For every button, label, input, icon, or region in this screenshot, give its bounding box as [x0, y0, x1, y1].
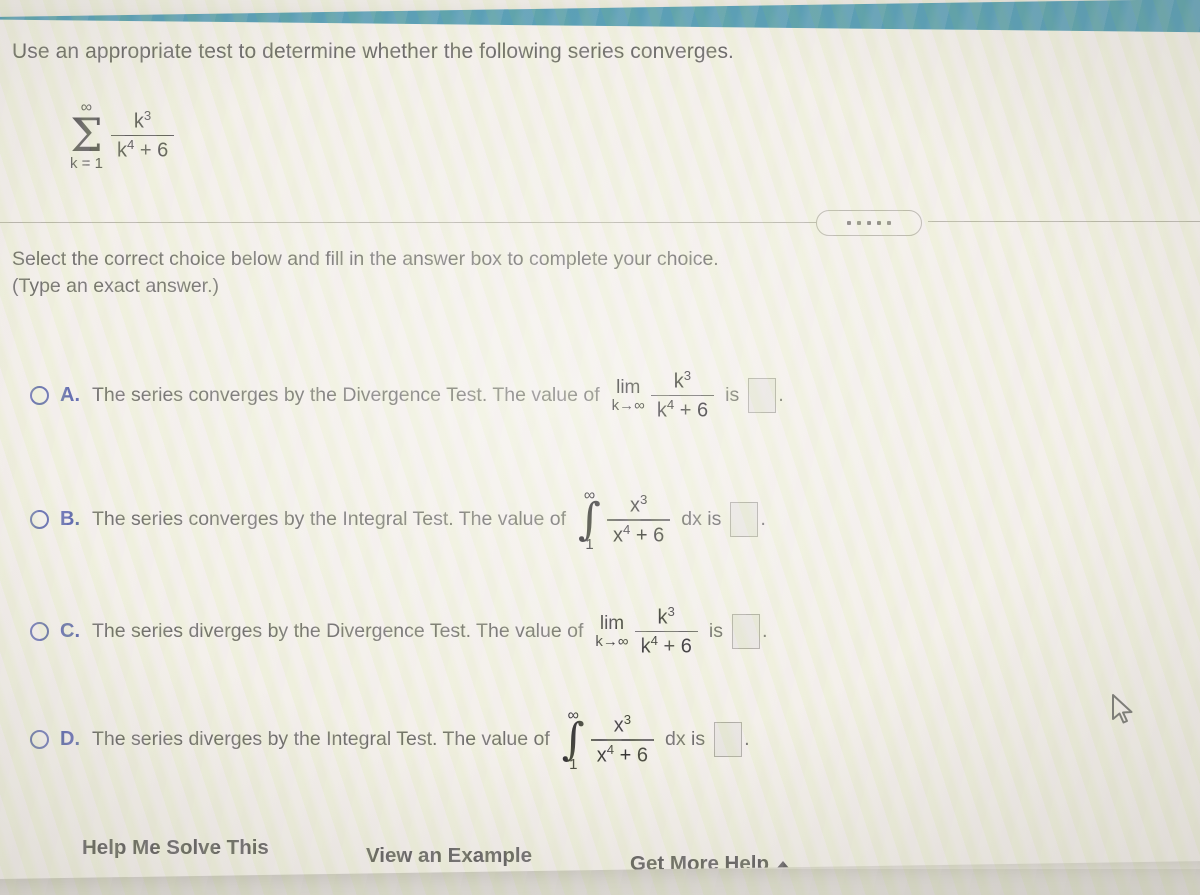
section-divider-left: [0, 222, 818, 223]
help-me-solve-this-button[interactable]: Help Me Solve This: [82, 836, 269, 860]
integral-icon: ∫: [578, 494, 601, 545]
section-divider-right: [928, 221, 1200, 222]
choice-b[interactable]: B. The series converges by the Integral …: [30, 487, 766, 553]
choice-c-letter: C.: [59, 619, 80, 642]
choice-d-text: The series diverges by the Integral Test…: [92, 728, 550, 751]
choice-prompt: Select the correct choice below and fill…: [12, 246, 719, 300]
lim-word-c: lim: [599, 612, 625, 634]
answer-box-b[interactable]: [730, 502, 759, 538]
integral-lower-limit-b: 1: [585, 535, 594, 553]
screen-photo: s s rary ns ourc Use an appropriate test…: [0, 0, 1200, 895]
question-instruction: Use an appropriate test to determine whe…: [11, 40, 734, 63]
choice-a-text: The series converges by the Divergence T…: [92, 383, 600, 406]
app-header-bar: [0, 0, 1200, 34]
limit-denominator-c: k4 + 6: [640, 633, 692, 658]
integral-operator-b: ∞ ∫ 1: [578, 487, 601, 553]
choice-d-connector: dx is: [665, 728, 706, 751]
lim-subscript-c: k→∞: [595, 632, 629, 650]
series-numerator: k3: [133, 107, 152, 133]
view-an-example-button[interactable]: View an Example: [366, 844, 532, 868]
exercise-card: Use an appropriate test to determine whe…: [0, 0, 1200, 880]
handle-dot: [877, 221, 881, 225]
limit-numerator-c: k3: [657, 604, 675, 629]
limit-numerator-a: k3: [673, 368, 692, 393]
limit-fraction-a: k3 k4 + 6: [650, 368, 715, 423]
radio-choice-a[interactable]: [30, 385, 49, 405]
handle-dot: [847, 221, 851, 225]
choice-c-connector: is: [708, 619, 723, 642]
choice-c[interactable]: C. The series diverges by the Divergence…: [30, 604, 768, 659]
sigma-icon: Σ: [70, 108, 103, 162]
choice-prompt-line1: Select the correct choice below and fill…: [12, 248, 719, 270]
choice-c-text: The series diverges by the Divergence Te…: [92, 619, 584, 642]
summation-operator: ∞ Σ k = 1: [70, 99, 103, 172]
radio-choice-d[interactable]: [30, 730, 49, 750]
limit-operator-c: lim k→∞: [595, 612, 629, 650]
limit-denominator-a: k4 + 6: [656, 397, 709, 422]
choice-a[interactable]: A. The series converges by the Divergenc…: [30, 368, 784, 423]
answer-box-d[interactable]: [714, 722, 743, 758]
series-denominator: k4 + 6: [116, 137, 169, 162]
integral-lower-limit-d: 1: [569, 755, 578, 773]
limit-fraction-c: k3 k4 + 6: [634, 604, 698, 659]
choice-c-period: .: [761, 619, 768, 642]
chevron-up-icon: [776, 861, 789, 868]
mouse-cursor: [1110, 693, 1136, 732]
series-fraction: k3 k4 + 6: [110, 107, 175, 163]
lim-word-a: lim: [616, 376, 641, 398]
answer-box-a[interactable]: [748, 377, 777, 413]
integral-operator-d: ∞ ∫ 1: [561, 707, 585, 773]
choice-b-connector: dx is: [681, 508, 722, 531]
choice-b-letter: B.: [60, 508, 80, 531]
lim-subscript-a: k→∞: [611, 396, 645, 414]
choice-prompt-line2: (Type an exact answer.): [11, 275, 220, 297]
choice-a-connector: is: [725, 383, 740, 406]
choice-a-period: .: [778, 383, 784, 406]
integral-fraction-b: x3 x4 + 6: [606, 492, 671, 547]
handle-dot: [867, 221, 871, 225]
answer-box-c[interactable]: [731, 613, 760, 649]
radio-choice-b[interactable]: [30, 510, 49, 530]
integral-numerator-b: x3: [629, 492, 648, 518]
choice-d[interactable]: D. The series diverges by the Integral T…: [30, 707, 750, 773]
integral-denominator-d: x4 + 6: [596, 741, 648, 767]
collapse-handle[interactable]: [816, 210, 922, 236]
choice-b-period: .: [760, 508, 766, 531]
radio-choice-c[interactable]: [30, 621, 49, 641]
integral-icon: ∫: [561, 714, 585, 765]
integral-numerator-d: x3: [613, 712, 632, 738]
integral-fraction-d: x3 x4 + 6: [590, 712, 654, 767]
choice-a-letter: A.: [60, 383, 80, 406]
choice-d-period: .: [744, 728, 750, 751]
choice-d-letter: D.: [59, 728, 80, 751]
choice-b-text: The series converges by the Integral Tes…: [92, 508, 567, 531]
handle-dot: [857, 221, 861, 225]
limit-operator-a: lim k→∞: [611, 376, 645, 414]
handle-dot: [887, 221, 891, 225]
integral-denominator-b: x4 + 6: [612, 521, 665, 547]
series-expression: ∞ Σ k = 1 k3 k4 + 6: [70, 99, 178, 172]
sum-lower-limit: k = 1: [70, 154, 103, 172]
